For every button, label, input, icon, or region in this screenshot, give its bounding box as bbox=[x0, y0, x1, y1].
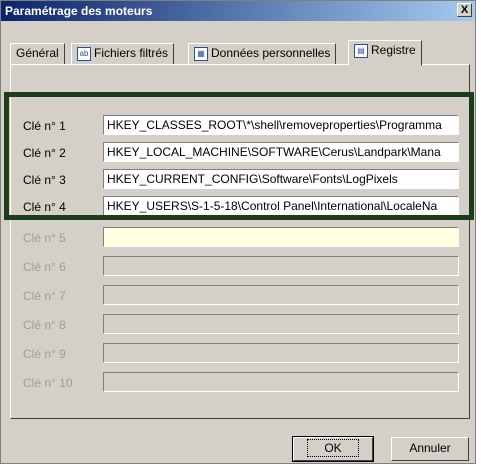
key-3-label: Clé n° 3 bbox=[23, 173, 66, 187]
key-7-field bbox=[103, 285, 459, 305]
tab-label: Données personnelles bbox=[211, 46, 331, 60]
key-10-label: Clé n° 10 bbox=[23, 376, 73, 390]
tab-registry[interactable]: ▤ Registre bbox=[348, 40, 422, 66]
key-9-field bbox=[103, 343, 459, 363]
window-title: Paramétrage des moteurs bbox=[5, 4, 153, 18]
close-button[interactable]: X bbox=[457, 3, 472, 17]
close-icon: X bbox=[460, 4, 469, 16]
key-5-field[interactable] bbox=[103, 227, 459, 247]
dialog-window: Paramétrage des moteurs X Général ab Fich… bbox=[0, 0, 476, 464]
tab-label: Fichiers filtrés bbox=[94, 46, 169, 60]
key-6-label: Clé n° 6 bbox=[23, 260, 66, 274]
key-4-label: Clé n° 4 bbox=[23, 200, 66, 214]
key-9-label: Clé n° 9 bbox=[23, 347, 66, 361]
user-data-icon: ▦ bbox=[194, 46, 208, 61]
key-8-field bbox=[103, 314, 459, 334]
key-10-field bbox=[103, 372, 459, 392]
cancel-button[interactable]: Annuler bbox=[391, 437, 469, 461]
tab-label: Général bbox=[16, 46, 59, 60]
key-8-label: Clé n° 8 bbox=[23, 318, 66, 332]
title-bar[interactable]: Paramétrage des moteurs X bbox=[1, 1, 475, 21]
key-3-field[interactable]: HKEY_CURRENT_CONFIG\Software\Fonts\LogPi… bbox=[103, 169, 459, 189]
key-2-label: Clé n° 2 bbox=[23, 146, 66, 160]
ok-button-label: OK bbox=[307, 439, 359, 457]
key-5-label: Clé n° 5 bbox=[23, 231, 66, 245]
key-1-field[interactable]: HKEY_CLASSES_ROOT\*\shell\removeproperti… bbox=[103, 115, 459, 135]
key-1-label: Clé n° 1 bbox=[23, 119, 66, 133]
tab-general[interactable]: Général bbox=[10, 43, 65, 65]
key-4-field[interactable]: HKEY_USERS\S-1-5-18\Control Panel\Intern… bbox=[103, 196, 459, 216]
tab-personal-data[interactable]: ▦ Données personnelles bbox=[188, 43, 337, 65]
tab-filtered-files[interactable]: ab Fichiers filtrés bbox=[71, 43, 175, 65]
key-2-field[interactable]: HKEY_LOCAL_MACHINE\SOFTWARE\Cerus\Landpa… bbox=[103, 142, 459, 162]
tab-label: Registre bbox=[371, 43, 416, 57]
ab-icon: ab bbox=[77, 46, 91, 61]
registry-icon: ▤ bbox=[354, 43, 368, 58]
key-7-label: Clé n° 7 bbox=[23, 289, 66, 303]
ok-button[interactable]: OK bbox=[292, 436, 374, 462]
key-6-field bbox=[103, 256, 459, 276]
cancel-button-label: Annuler bbox=[409, 441, 451, 455]
